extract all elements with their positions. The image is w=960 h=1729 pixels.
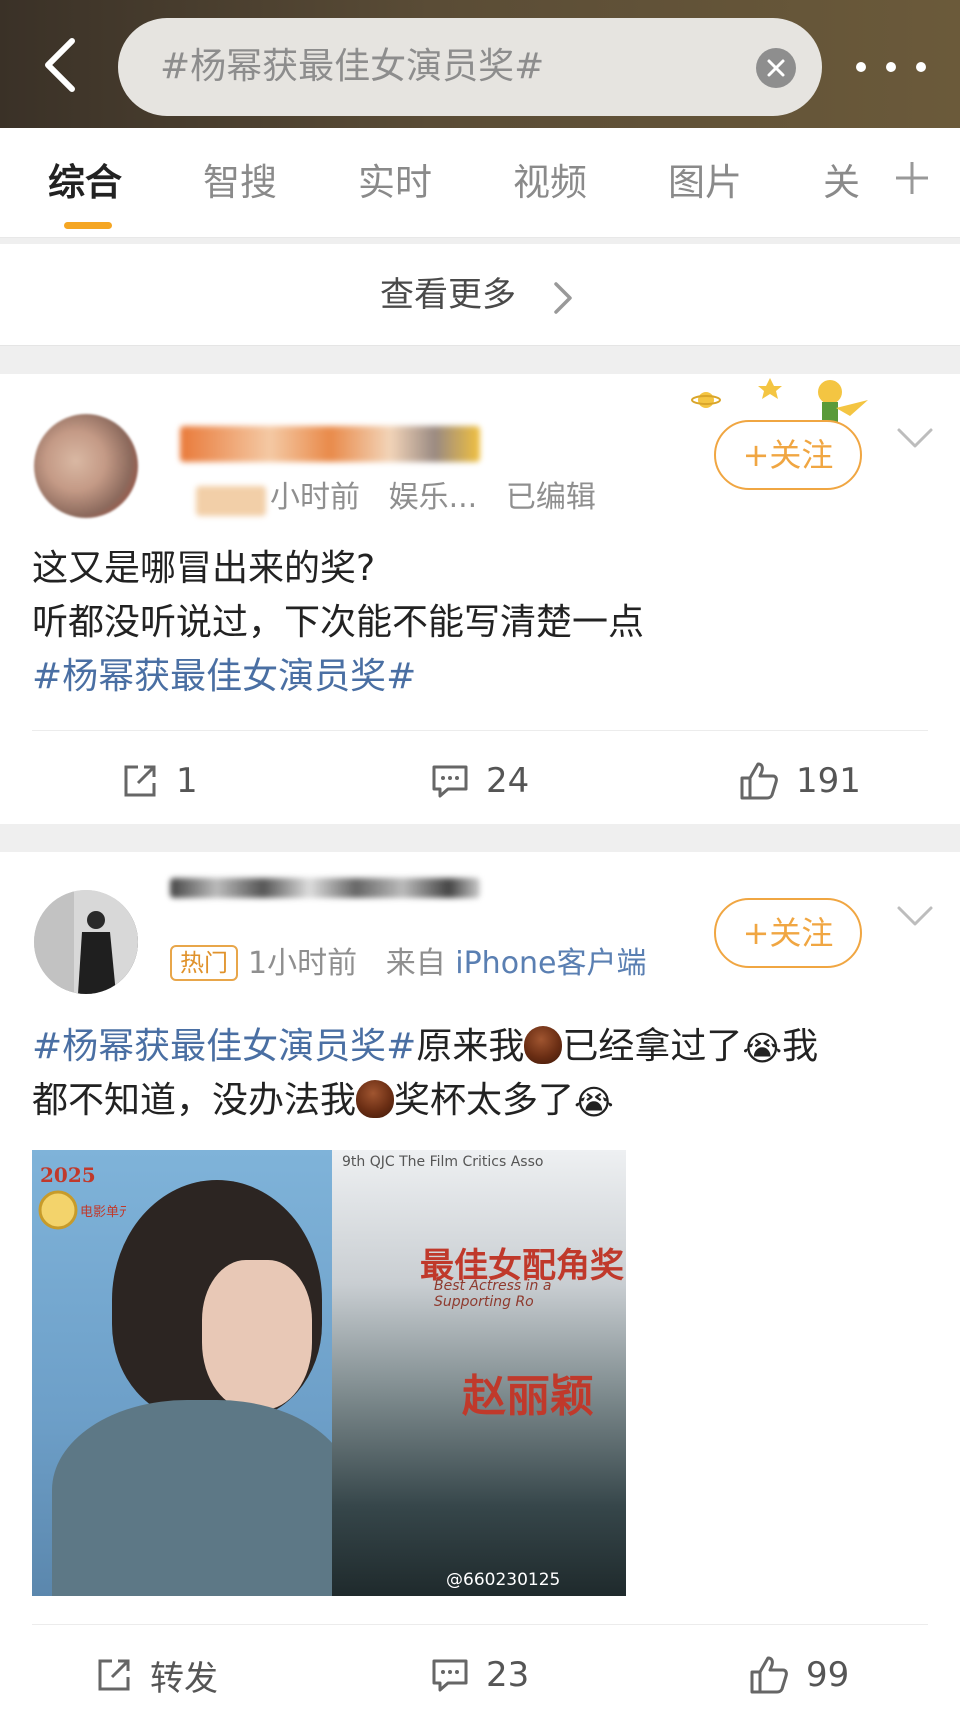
tab-all[interactable]: 综合 bbox=[48, 158, 122, 208]
repost-count: 1 bbox=[176, 761, 198, 801]
post-text-line: 都不知道，没办法我 奖杯太多了😭 bbox=[32, 1074, 614, 1130]
comment-icon bbox=[432, 1659, 468, 1692]
more-dot bbox=[856, 62, 866, 72]
tab-video[interactable]: 视频 bbox=[513, 158, 587, 208]
post-time: 小时前 bbox=[270, 480, 360, 515]
image-actor-name: 赵丽颖 bbox=[462, 1371, 594, 1422]
post-source: 娱乐... bbox=[388, 480, 478, 515]
post-text-segment: 奖杯太多了 bbox=[394, 1080, 575, 1121]
share-icon bbox=[98, 1659, 130, 1691]
blurred-badge bbox=[196, 486, 266, 516]
close-icon bbox=[767, 59, 785, 77]
chevron-left-icon bbox=[45, 38, 75, 92]
post-card: 小时前 娱乐... 已编辑 +关注 这又是哪冒出来的奖? 听都没听说过，下次能不… bbox=[0, 374, 960, 824]
blurred-username[interactable] bbox=[180, 426, 480, 462]
more-dot bbox=[886, 62, 896, 72]
like-button[interactable]: 191 bbox=[738, 756, 861, 806]
from-label: 来自 bbox=[385, 946, 446, 981]
post-text-line: 听都没听说过，下次能不能写清楚一点 bbox=[32, 602, 645, 643]
logo-year: 2025 bbox=[40, 1163, 96, 1187]
search-input[interactable]: #杨幂获最佳女演员奖# bbox=[118, 18, 822, 116]
like-button[interactable]: 99 bbox=[748, 1650, 849, 1700]
follow-button[interactable]: +关注 bbox=[714, 420, 862, 490]
post-text-segment: 已经拿过了 bbox=[562, 1026, 743, 1067]
post-meta: 热门 1小时前 来自 iPhone客户端 bbox=[170, 944, 647, 984]
post-time: 1小时前 bbox=[248, 946, 358, 981]
comment-count: 24 bbox=[486, 761, 530, 801]
see-more-row[interactable]: 查看更多 bbox=[0, 244, 960, 346]
tab-images[interactable]: 图片 bbox=[668, 158, 742, 208]
top-search-bar: #杨幂获最佳女演员奖# bbox=[0, 0, 960, 128]
post-text-line: #杨幂获最佳女演员奖#原来我 已经拿过了😭我 bbox=[32, 1020, 932, 1076]
logo-text: 电影单元 bbox=[80, 1205, 126, 1220]
tab-partial[interactable]: 关 bbox=[823, 158, 860, 208]
hot-badge: 热门 bbox=[170, 945, 238, 981]
repost-button[interactable]: 转发 bbox=[94, 1650, 218, 1700]
post-text-segment: 我 bbox=[782, 1026, 819, 1067]
comment-icon bbox=[432, 765, 468, 798]
chestnut-emoji-icon bbox=[356, 1080, 395, 1118]
crying-emoji-icon: 😭 bbox=[574, 1083, 614, 1123]
comment-count: 23 bbox=[486, 1655, 530, 1695]
search-query-text: #杨幂获最佳女演员奖# bbox=[160, 46, 545, 87]
more-dot bbox=[916, 62, 926, 72]
chestnut-emoji-icon bbox=[524, 1026, 563, 1064]
image-figure-face bbox=[202, 1260, 312, 1410]
back-button[interactable] bbox=[30, 30, 90, 100]
hashtag-link[interactable]: #杨幂获最佳女演员奖# bbox=[32, 1026, 416, 1067]
image-figure-shirt bbox=[52, 1400, 352, 1596]
film-unit-logo: 2025 电影单元 bbox=[38, 1163, 126, 1230]
clear-search-button[interactable] bbox=[756, 48, 796, 88]
avatar[interactable] bbox=[34, 890, 138, 994]
image-watermark: @660230125 bbox=[446, 1570, 561, 1590]
chevron-down-icon[interactable] bbox=[895, 424, 935, 454]
tab-smart-search[interactable]: 智搜 bbox=[203, 158, 277, 208]
divider bbox=[32, 730, 928, 731]
blurred-username[interactable] bbox=[170, 878, 480, 898]
thumbs-up-icon bbox=[750, 1656, 788, 1694]
active-tab-indicator bbox=[64, 222, 112, 229]
add-tab-icon[interactable] bbox=[892, 158, 932, 198]
chevron-down-icon[interactable] bbox=[895, 902, 935, 932]
post-meta: 小时前 娱乐... 已编辑 bbox=[270, 478, 596, 518]
repost-label: 转发 bbox=[150, 1658, 218, 1699]
avatar[interactable] bbox=[34, 414, 138, 518]
hashtag-link[interactable]: #杨幂获最佳女演员奖# bbox=[32, 650, 416, 704]
post-source[interactable]: iPhone客户端 bbox=[455, 946, 646, 981]
post-image[interactable]: 2025 电影单元 9th QJC The Film Critics Asso … bbox=[32, 1150, 626, 1596]
image-top-caption: 9th QJC The Film Critics Asso bbox=[342, 1154, 544, 1170]
chevron-right-icon bbox=[554, 282, 572, 314]
repost-button[interactable]: 1 bbox=[120, 756, 198, 806]
crying-emoji-icon: 😭 bbox=[742, 1029, 783, 1069]
like-count: 191 bbox=[796, 761, 861, 801]
edited-label: 已编辑 bbox=[505, 480, 596, 515]
more-options-button[interactable] bbox=[856, 42, 926, 92]
post-text-segment: 原来我 bbox=[416, 1026, 525, 1067]
comment-button[interactable]: 23 bbox=[430, 1650, 529, 1700]
avatar-photo bbox=[34, 890, 138, 994]
divider bbox=[32, 1624, 928, 1625]
tab-bar: 综合 智搜 实时 视频 图片 关 bbox=[0, 128, 960, 238]
like-count: 99 bbox=[806, 1655, 850, 1695]
thumbs-up-icon bbox=[740, 762, 778, 800]
image-award-subtitle: Best Actress in a Supporting Ro bbox=[434, 1278, 552, 1310]
share-icon bbox=[124, 765, 156, 797]
post-card: 热门 1小时前 来自 iPhone客户端 +关注 #杨幂获最佳女演员奖#原来我 已经… bbox=[0, 852, 960, 1729]
post-text-segment: 都不知道，没办法我 bbox=[32, 1080, 357, 1121]
post-text-line: 这又是哪冒出来的奖? bbox=[32, 548, 376, 589]
comment-button[interactable]: 24 bbox=[430, 756, 529, 806]
follow-button[interactable]: +关注 bbox=[714, 898, 862, 968]
see-more-label: 查看更多 bbox=[380, 275, 516, 315]
tab-realtime[interactable]: 实时 bbox=[358, 158, 432, 208]
